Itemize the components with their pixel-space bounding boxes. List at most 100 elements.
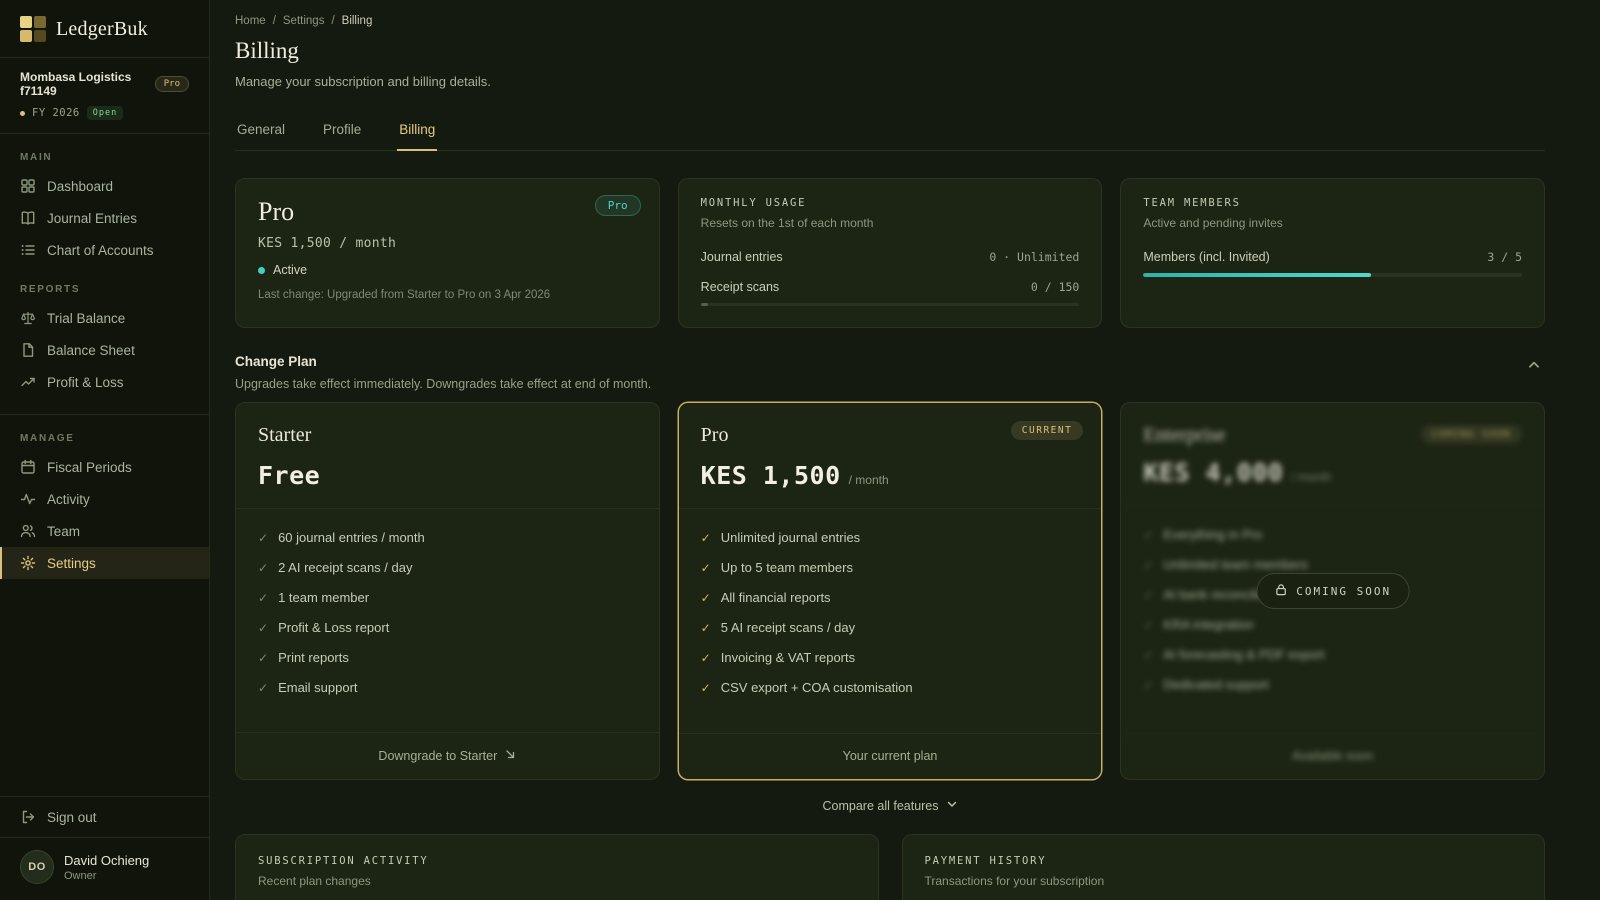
active-status-dot (258, 267, 265, 274)
breadcrumb-billing: Billing (342, 15, 373, 27)
feature-item: 5 AI receipt scans / day (721, 620, 855, 635)
pro-plan-price: KES 1,500 (701, 461, 841, 490)
feature-item: 1 team member (278, 590, 369, 605)
usage-title: MONTHLY USAGE (701, 197, 1080, 209)
list-icon (20, 242, 36, 258)
org-block: Mombasa Logistics f71149 Pro FY 2026 Ope… (0, 58, 209, 133)
feature-item: CSV export + COA customisation (721, 680, 913, 695)
check-icon: ✓ (701, 530, 711, 547)
feature-item: KRA integration (1163, 617, 1253, 632)
sidebar-item-label: Chart of Accounts (47, 243, 154, 258)
sidebar-item-dashboard[interactable]: Dashboard (0, 170, 209, 202)
downgrade-to-starter-button[interactable]: Downgrade to Starter (236, 732, 659, 779)
sidebar-item-fiscal-periods[interactable]: Fiscal Periods (0, 451, 209, 483)
enterprise-plan-price: KES 4,000 (1143, 458, 1283, 487)
check-icon: ✓ (701, 680, 711, 697)
compare-label: Compare all features (822, 799, 938, 813)
user-profile[interactable]: DO David Ochieng Owner (0, 838, 209, 900)
feature-item: Unlimited team members (1163, 557, 1308, 572)
sidebar-item-settings[interactable]: Settings (0, 547, 209, 579)
sidebar-item-label: Profit & Loss (47, 375, 124, 390)
fiscal-year-status-badge: Open (87, 106, 123, 120)
plan-card-pro: Pro CURRENT KES 1,500 / month ✓Unlimited… (678, 402, 1103, 780)
document-icon (20, 342, 36, 358)
breadcrumb-separator: / (273, 15, 276, 27)
current-badge: CURRENT (1011, 421, 1084, 440)
monthly-usage-card: MONTHLY USAGE Resets on the 1st of each … (678, 178, 1103, 328)
users-icon (20, 523, 36, 539)
usage-journal-value: 0 · Unlimited (989, 250, 1079, 264)
team-members-progress (1143, 273, 1522, 277)
app-name: LedgerBuk (56, 18, 148, 41)
sidebar-item-journal-entries[interactable]: Journal Entries (0, 202, 209, 234)
change-plan-subtitle: Upgrades take effect immediately. Downgr… (235, 377, 651, 391)
org-name: Mombasa Logistics f71149 (20, 70, 155, 98)
book-icon (20, 210, 36, 226)
feature-item: Everything in Pro (1163, 527, 1262, 542)
subscription-activity-card: SUBSCRIPTION ACTIVITY Recent plan change… (235, 834, 879, 900)
sidebar-item-label: Balance Sheet (47, 343, 135, 358)
sidebar-item-label: Fiscal Periods (47, 460, 132, 475)
summary-cards: Pro Pro KES 1,500 / month Active Last ch… (235, 178, 1545, 328)
check-icon: ✓ (701, 650, 711, 667)
sidebar-item-balance-sheet[interactable]: Balance Sheet (0, 334, 209, 366)
compare-all-features-button[interactable]: Compare all features (822, 798, 957, 813)
feature-item: Up to 5 team members (721, 560, 853, 575)
team-members-card: TEAM MEMBERS Active and pending invites … (1120, 178, 1545, 328)
current-plan-name: Pro (258, 197, 637, 227)
sidebar-item-label: Activity (47, 492, 90, 507)
current-plan-price: KES 1,500 / month (258, 236, 637, 251)
change-plan-title: Change Plan (235, 354, 651, 369)
receipt-scans-progress (701, 303, 1080, 306)
enterprise-footer-label: Available soon (1292, 749, 1373, 763)
check-icon: ✓ (701, 620, 711, 637)
coming-soon-label: COMING SOON (1296, 585, 1391, 598)
current-plan-footer-label: Your current plan (843, 749, 938, 763)
feature-item: All financial reports (721, 590, 831, 605)
usage-scans-label: Receipt scans (701, 280, 780, 294)
sidebar-item-label: Trial Balance (47, 311, 125, 326)
sidebar-item-team[interactable]: Team (0, 515, 209, 547)
fiscal-year: FY 2026 (32, 107, 80, 119)
sidebar-item-activity[interactable]: Activity (0, 483, 209, 515)
org-plan-badge: Pro (155, 76, 189, 92)
sidebar-item-label: Dashboard (47, 179, 113, 194)
breadcrumb: Home / Settings / Billing (235, 15, 1545, 27)
feature-item: Unlimited journal entries (721, 530, 860, 545)
check-icon: ✓ (1143, 527, 1153, 544)
collapse-plans-button[interactable] (1523, 354, 1545, 381)
sign-out-button[interactable]: Sign out (0, 797, 209, 837)
downgrade-label: Downgrade to Starter (378, 749, 497, 763)
breadcrumb-settings[interactable]: Settings (283, 15, 325, 27)
check-icon: ✓ (258, 650, 268, 667)
pro-plan-period: / month (849, 473, 889, 487)
payment-history-title: PAYMENT HISTORY (925, 855, 1523, 867)
breadcrumb-home[interactable]: Home (235, 15, 266, 27)
feature-item: Print reports (278, 650, 349, 665)
tab-general[interactable]: General (235, 112, 287, 150)
tab-billing[interactable]: Billing (397, 112, 437, 150)
sidebar-item-chart-of-accounts[interactable]: Chart of Accounts (0, 234, 209, 266)
check-icon: ✓ (258, 530, 268, 547)
current-plan-badge: Pro (595, 195, 641, 216)
sign-out-label: Sign out (47, 810, 97, 825)
check-icon: ✓ (258, 680, 268, 697)
sidebar-item-profit-loss[interactable]: Profit & Loss (0, 366, 209, 398)
trend-up-icon (20, 374, 36, 390)
dashboard-icon (20, 178, 36, 194)
feature-item: Profit & Loss report (278, 620, 389, 635)
sidebar-item-trial-balance[interactable]: Trial Balance (0, 302, 209, 334)
tab-profile[interactable]: Profile (321, 112, 363, 150)
check-icon: ✓ (1143, 587, 1153, 604)
check-icon: ✓ (701, 560, 711, 577)
plan-card-starter: Starter Free ✓60 journal entries / month… (235, 402, 660, 780)
team-members-label: Members (incl. Invited) (1143, 250, 1269, 264)
usage-scans-value: 0 / 150 (1031, 280, 1079, 294)
current-plan-status: Active (273, 263, 307, 277)
check-icon: ✓ (1143, 647, 1153, 664)
check-icon: ✓ (1143, 617, 1153, 634)
feature-item: Invoicing & VAT reports (721, 650, 855, 665)
plan-cards: Starter Free ✓60 journal entries / month… (235, 402, 1545, 780)
nav-section-manage: MANAGE (20, 433, 189, 444)
starter-feature-list: ✓60 journal entries / month ✓2 AI receip… (258, 509, 637, 732)
